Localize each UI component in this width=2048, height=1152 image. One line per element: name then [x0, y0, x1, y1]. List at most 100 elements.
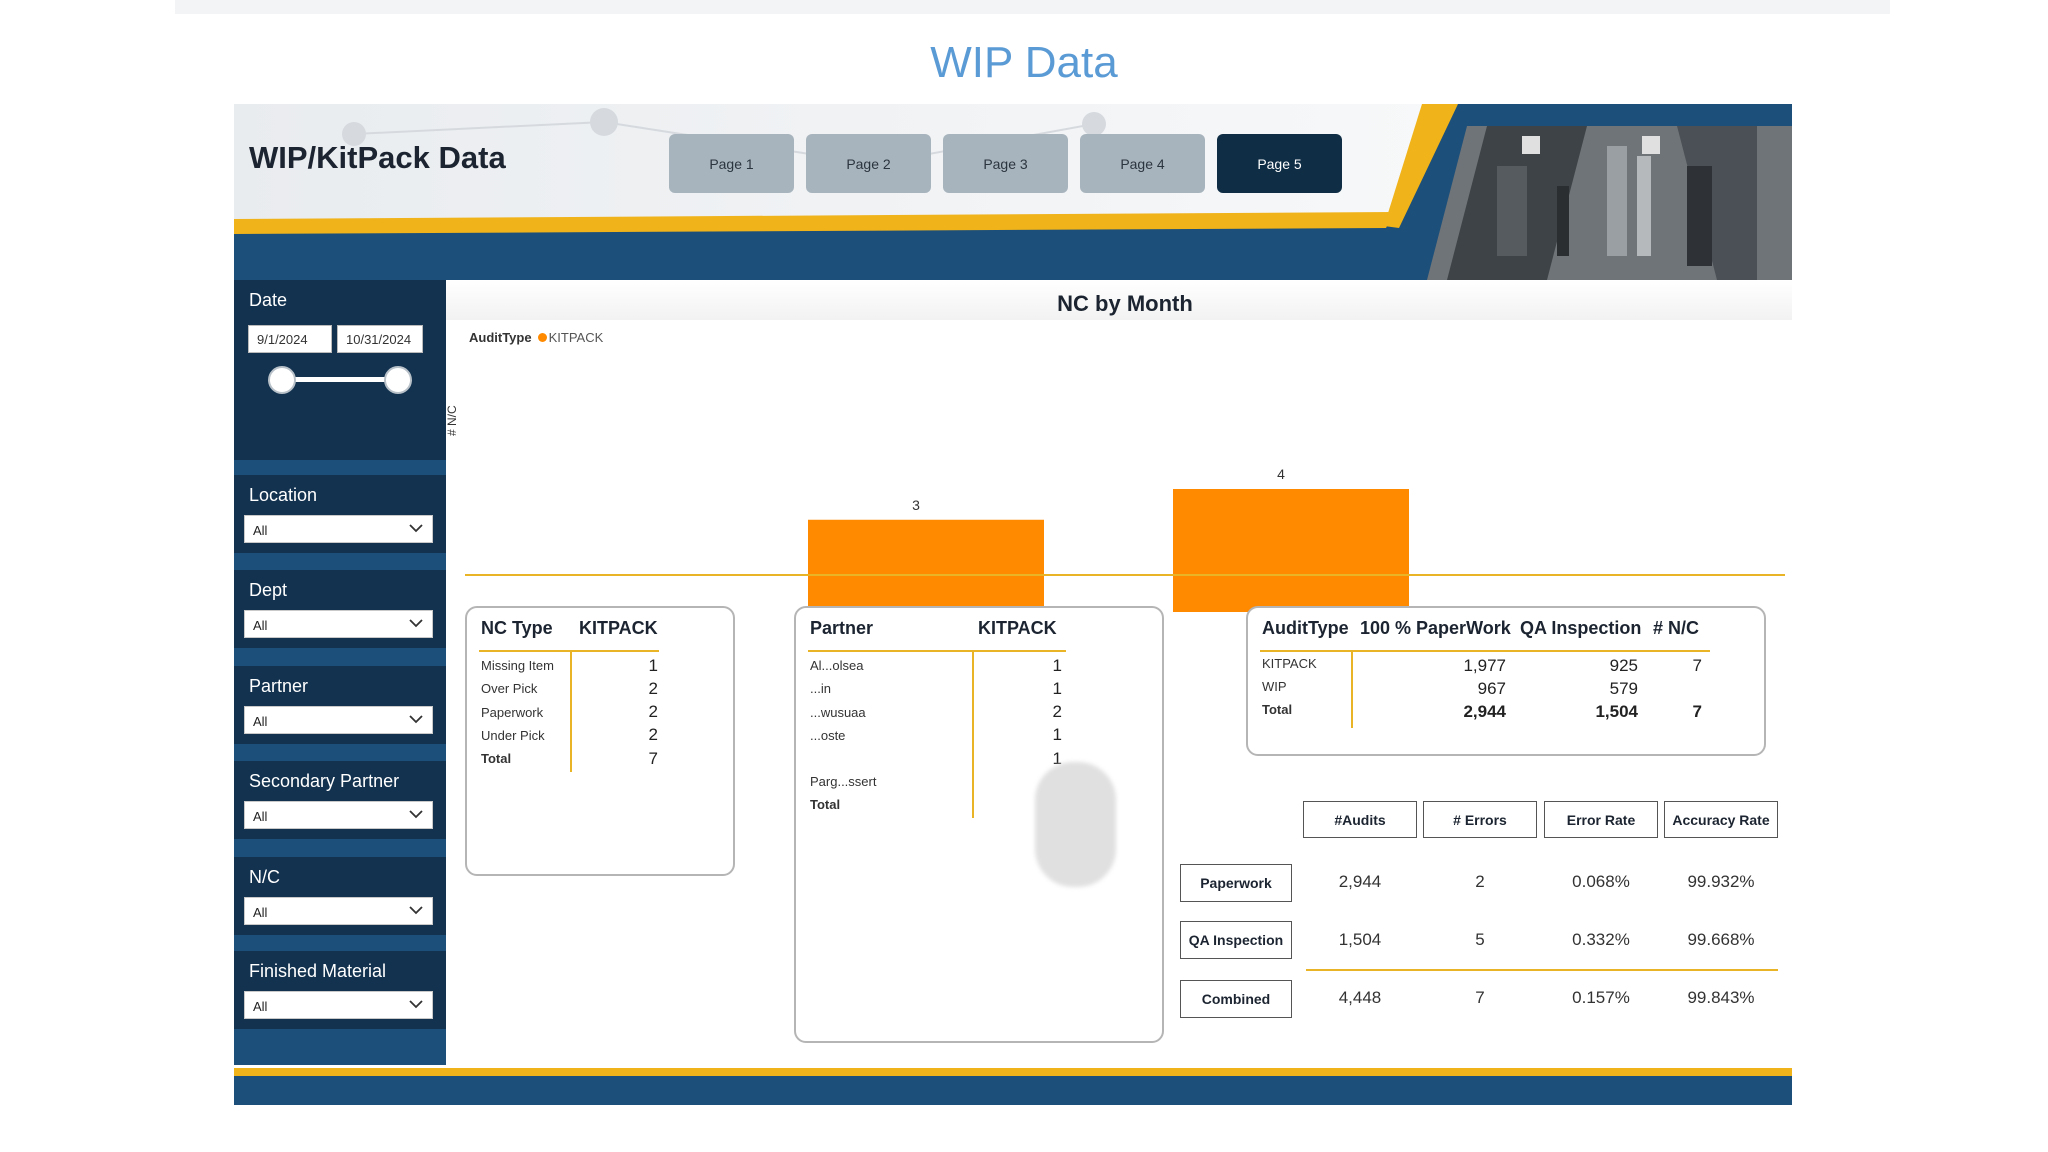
- table-total-paperwork: 2,944: [1463, 702, 1506, 721]
- nc-dropdown[interactable]: All: [244, 897, 433, 925]
- qa-inspection-row-button[interactable]: QA Inspection: [1180, 921, 1292, 959]
- table-row-label: ...wusuaa: [810, 705, 866, 720]
- partner-kitpack-header: KITPACK: [978, 618, 1057, 638]
- table-row-label: KITPACK: [1262, 656, 1317, 671]
- secondary-partner-filter-section: Secondary Partner All: [234, 761, 446, 839]
- table-row-label: ...oste: [810, 728, 846, 743]
- nc-dropdown-value: All: [253, 905, 268, 920]
- paperwork-row-button[interactable]: Paperwork: [1180, 864, 1292, 902]
- table-row-label: Missing Item: [481, 658, 554, 673]
- table-row-label: Over Pick: [481, 681, 538, 696]
- paperwork-accuracy: 99.932%: [1687, 872, 1755, 891]
- secondary-partner-filter-label: Secondary Partner: [249, 771, 400, 791]
- report-header: WIP/KitPack Data Page 1 Page 2 Page 3 Pa…: [234, 104, 1792, 280]
- table-column-rule: [972, 652, 974, 818]
- table-total-label: Total: [481, 751, 512, 766]
- table-cell-paperwork: 967: [1477, 679, 1506, 698]
- date-filter-section: Date 9/1/2024 10/31/2024: [234, 280, 446, 460]
- nc-type-kitpack-header: KITPACK: [579, 618, 658, 638]
- date-range-slider-track[interactable]: [280, 377, 396, 382]
- table-cell-qa: 579: [1609, 679, 1638, 698]
- date-filter-label: Date: [249, 290, 288, 310]
- paperwork-error-rate: 0.068%: [1572, 872, 1630, 891]
- dept-filter-section: Dept All: [234, 570, 446, 648]
- table-column-rule: [1351, 652, 1353, 728]
- location-filter-label: Location: [249, 485, 318, 505]
- secondary-partner-dropdown[interactable]: All: [244, 801, 433, 829]
- table-total-value: 7: [648, 749, 658, 768]
- location-dropdown-value: All: [253, 523, 268, 538]
- partner-header: Partner: [810, 618, 874, 638]
- table-header-rule: [479, 650, 659, 652]
- dept-dropdown[interactable]: All: [244, 610, 433, 638]
- nc-type-header: NC Type: [481, 618, 553, 638]
- combined-accuracy: 99.843%: [1687, 988, 1755, 1007]
- chart-title: NC by Month: [1057, 291, 1193, 316]
- table-row-label: Paperwork: [481, 705, 544, 720]
- chevron-down-icon: [409, 810, 423, 819]
- bar-2024-oct[interactable]: [1173, 489, 1409, 612]
- table-cell-nc: 7: [1692, 656, 1702, 675]
- nc-filter-section: N/C All: [234, 857, 446, 935]
- metrics-divider: [1306, 969, 1778, 971]
- footer-gold-bar: [234, 1068, 1792, 1076]
- page-title: WIP Data: [930, 38, 1118, 87]
- table-row-value: 1: [1052, 725, 1062, 744]
- table-header-rule: [808, 650, 1066, 652]
- table-total-nc: 7: [1692, 702, 1702, 721]
- location-dropdown[interactable]: All: [244, 515, 433, 543]
- qa-accuracy: 99.668%: [1687, 930, 1755, 949]
- table-row-value: 2: [648, 679, 658, 698]
- finished-material-dropdown[interactable]: All: [244, 991, 433, 1019]
- table-total-qa: 1,504: [1595, 702, 1638, 721]
- nav-page-1-button[interactable]: Page 1: [669, 134, 794, 193]
- table-column-rule: [570, 652, 572, 772]
- date-slider-start-handle[interactable]: [268, 366, 296, 394]
- date-slider-end-handle[interactable]: [384, 366, 412, 394]
- end-date-input[interactable]: 10/31/2024: [337, 325, 423, 353]
- table-row-label: Al...olsea: [810, 658, 864, 673]
- warehouse-photo: [1427, 126, 1792, 280]
- chevron-down-icon: [409, 1000, 423, 1009]
- chevron-down-icon: [409, 524, 423, 533]
- bar-2024-sep[interactable]: [808, 519, 1044, 612]
- table-row-value: 1: [1052, 679, 1062, 698]
- error-rate-header: Error Rate: [1544, 801, 1658, 838]
- nc-by-month-chart: 32024 Sep42024 Oct: [808, 466, 1409, 635]
- combined-errors: 7: [1475, 988, 1485, 1007]
- nav-page-2-button[interactable]: Page 2: [806, 134, 931, 193]
- qa-inspection-header: QA Inspection: [1520, 618, 1642, 638]
- nav-page-3-button[interactable]: Page 3: [943, 134, 1068, 193]
- audits-count-header: #Audits: [1303, 801, 1417, 838]
- partner-filter-section: Partner All: [234, 666, 446, 744]
- start-date-input[interactable]: 9/1/2024: [248, 325, 332, 353]
- chevron-down-icon: [409, 715, 423, 724]
- combined-audits: 4,448: [1338, 988, 1382, 1007]
- filter-sidebar: Date 9/1/2024 10/31/2024 Location All De…: [234, 280, 446, 1065]
- dept-filter-label: Dept: [249, 580, 288, 600]
- partner-dropdown[interactable]: All: [244, 706, 433, 734]
- top-strip: [175, 0, 1890, 14]
- paperwork-header: 100 % PaperWork: [1360, 618, 1511, 638]
- combined-row-button[interactable]: Combined: [1180, 980, 1292, 1018]
- table-row-label: Parg...ssert: [810, 774, 877, 789]
- audit-type-table: AuditType 100 % PaperWork QA Inspection …: [1246, 606, 1766, 756]
- table-row-value: 2: [648, 702, 658, 721]
- nav-page-5-button[interactable]: Page 5: [1217, 134, 1342, 193]
- partner-dropdown-value: All: [253, 714, 268, 729]
- table-row-value: 1: [648, 656, 658, 675]
- redaction-blur: [1035, 762, 1116, 887]
- table-total-label: Total: [1262, 702, 1293, 717]
- table-row-label: ...in: [810, 681, 831, 696]
- nav-page-4-button[interactable]: Page 4: [1080, 134, 1205, 193]
- table-row-value: 1: [1052, 656, 1062, 675]
- location-filter-section: Location All: [234, 475, 446, 553]
- paperwork-errors: 2: [1475, 872, 1485, 891]
- partner-filter-label: Partner: [249, 676, 309, 696]
- report-title: WIP/KitPack Data: [249, 140, 506, 175]
- chevron-down-icon: [409, 619, 423, 628]
- table-header-rule: [1260, 650, 1710, 652]
- finished-material-filter-label: Finished Material: [249, 961, 387, 981]
- errors-count-header: # Errors: [1423, 801, 1537, 838]
- table-row-value: 2: [648, 725, 658, 744]
